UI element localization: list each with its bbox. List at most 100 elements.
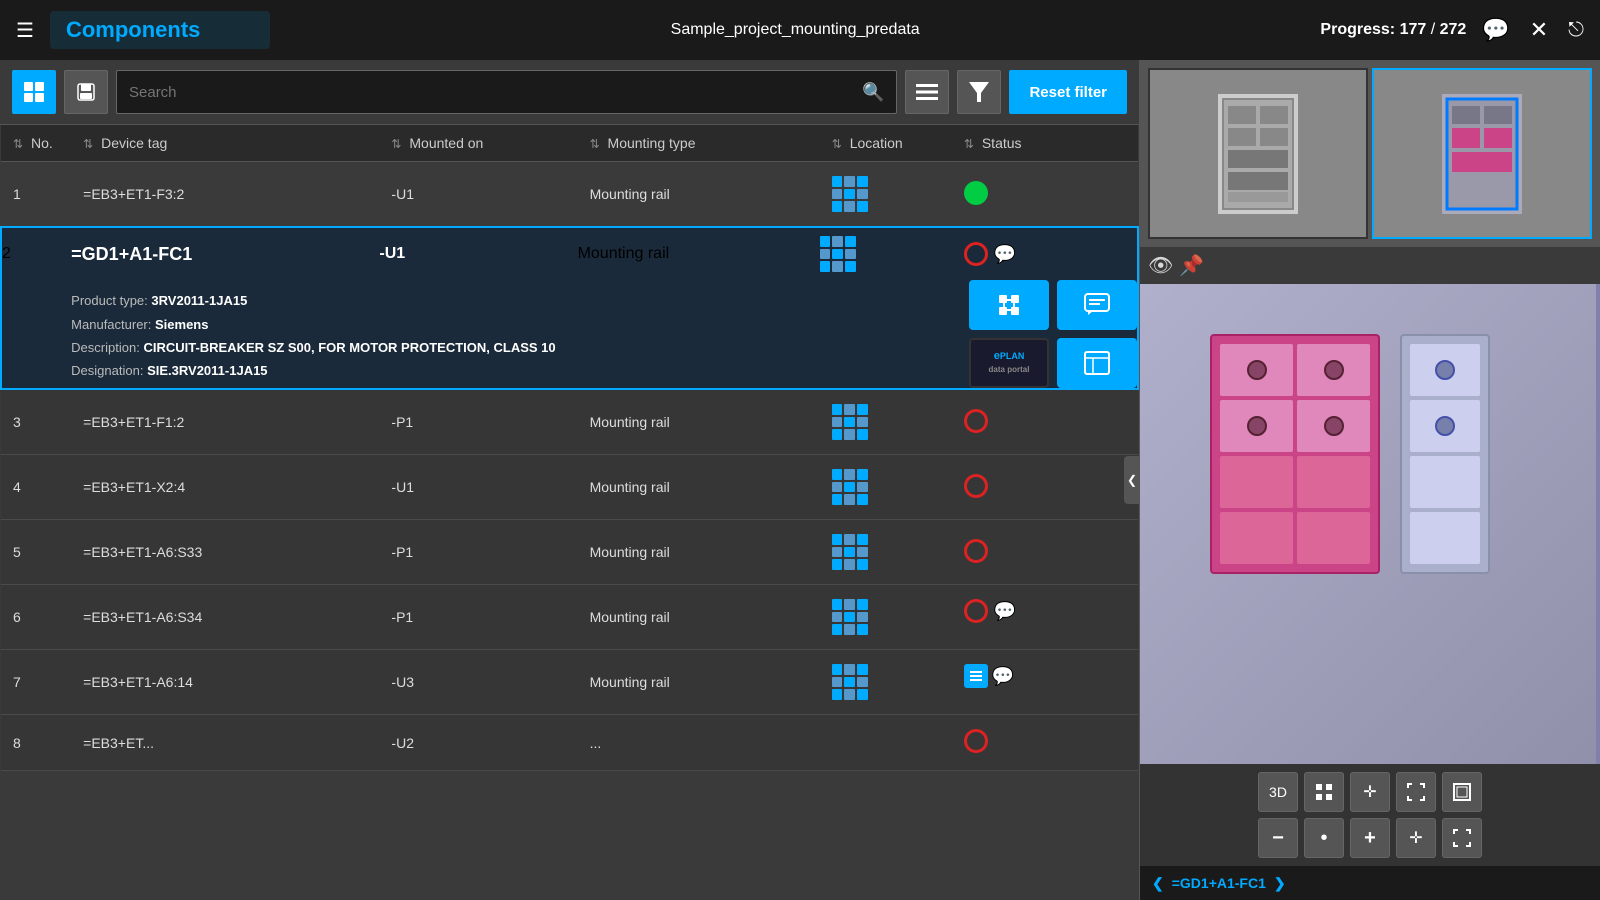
status-red-icon	[964, 539, 988, 563]
controls-row-1: 3D ✛	[1148, 772, 1592, 812]
location-grid-icon	[832, 534, 868, 570]
preview-main[interactable]	[1140, 284, 1600, 764]
grid-button[interactable]	[1304, 772, 1344, 812]
col-header-device-tag: ⇅ Device tag	[71, 125, 379, 162]
wire-line	[1596, 284, 1600, 764]
status-red-icon	[964, 599, 988, 623]
save-button[interactable]	[64, 70, 108, 114]
cell-no: 3	[1, 389, 71, 455]
sort-icon-mounted[interactable]: ⇅	[391, 137, 401, 151]
status-red-icon	[964, 409, 988, 433]
cell-location	[820, 520, 952, 585]
reset-filter-button[interactable]: Reset filter	[1009, 70, 1127, 114]
rotate-3d-button[interactable]: 3D	[1258, 772, 1298, 812]
hamburger-icon[interactable]: ☰	[16, 18, 34, 43]
cell-location	[820, 715, 952, 771]
description-line: Description: CIRCUIT-BREAKER SZ S00, FOR…	[71, 336, 820, 359]
expanded-info-block: Product type: 3RV2011-1JA15 Manufacturer…	[71, 285, 820, 383]
comment-status-icon: 💬	[992, 666, 1014, 687]
sort-icon-location[interactable]: ⇅	[832, 137, 842, 151]
fit-view-button[interactable]	[1396, 772, 1436, 812]
cell-device-tag: =EB3+ET1-F1:2	[71, 389, 379, 455]
cell-mounting-type: Mounting rail	[578, 650, 820, 715]
expand-button[interactable]	[1442, 818, 1482, 858]
cell-status	[952, 455, 1138, 520]
cell-mounting-type: ...	[578, 715, 820, 771]
layout-toggle-button[interactable]	[12, 70, 56, 114]
table-row[interactable]: 5 =EB3+ET1-A6:S33 -P1 Mounting rail	[1, 520, 1138, 585]
cell-status	[952, 715, 1138, 771]
component-link-button[interactable]	[969, 280, 1049, 330]
col-header-mounting-type: ⇅ Mounting type	[578, 125, 820, 162]
cell-no: 6	[1, 585, 71, 650]
cell-location-selected	[820, 227, 952, 280]
location-grid-icon	[832, 599, 868, 635]
table-row[interactable]: 1 =EB3+ET1-F3:2 -U1 Mounting rail	[1, 162, 1138, 228]
dot-button[interactable]: •	[1304, 818, 1344, 858]
eye-icon[interactable]: 👁	[1148, 253, 1173, 278]
product-type-line: Product type: 3RV2011-1JA15	[71, 289, 820, 312]
toolbar: 🔍 Reset filter	[0, 60, 1139, 125]
table-row[interactable]: 6 =EB3+ET1-A6:S34 -P1 Mounting rail	[1, 585, 1138, 650]
zoom-out-button[interactable]: −	[1258, 818, 1298, 858]
bottom-bar-arrow-right[interactable]: ❯	[1274, 875, 1286, 892]
pin-icon[interactable]: 📌	[1179, 253, 1204, 278]
cell-status-selected: 💬	[952, 228, 1137, 280]
eplan-portal-button[interactable]: ePLAN data portal	[969, 338, 1049, 388]
filter-button[interactable]	[957, 70, 1001, 114]
sort-icon-no[interactable]: ⇅	[13, 137, 23, 151]
sort-icon-mounting[interactable]: ⇅	[590, 137, 600, 151]
cell-location	[820, 389, 952, 455]
cell-status	[952, 162, 1138, 228]
cell-device-tag: =EB3+ET...	[71, 715, 379, 771]
cell-no: 5	[1, 520, 71, 585]
component-view-button[interactable]	[1057, 338, 1137, 388]
preview-icon-row: 👁 📌	[1140, 247, 1600, 284]
zoom-in-button[interactable]: +	[1350, 818, 1390, 858]
comment-icon[interactable]: 💬	[1482, 17, 1509, 43]
thumbnail-2[interactable]	[1372, 68, 1592, 239]
table-container[interactable]: ⇅ No. ⇅ Device tag ⇅ Mounted on ⇅	[0, 125, 1139, 900]
table-row[interactable]: 3 =EB3+ET1-F1:2 -P1 Mounting rail	[1, 389, 1138, 455]
search-input[interactable]	[129, 84, 862, 101]
expanded-details: Product type: 3RV2011-1JA15 Manufacturer…	[71, 280, 820, 389]
fullscreen-button[interactable]	[1442, 772, 1482, 812]
close-icon[interactable]: ✕	[1530, 17, 1548, 43]
cell-mounted-on: -P1	[379, 389, 577, 455]
cell-device-tag: =EB3+ET1-X2:4	[71, 455, 379, 520]
app-title: Components	[50, 11, 270, 49]
location-grid-icon-selected	[820, 236, 856, 272]
components-table: ⇅ No. ⇅ Device tag ⇅ Mounted on ⇅	[0, 125, 1139, 771]
cell-status	[952, 389, 1138, 455]
action-buttons: ePLAN data portal	[952, 280, 1137, 388]
cell-location	[820, 650, 952, 715]
header-actions: 💬 ✕ ⎋	[1482, 17, 1584, 43]
sort-icon-status[interactable]: ⇅	[964, 137, 974, 151]
cell-location	[820, 585, 952, 650]
cell-device-tag: =EB3+ET1-A6:14	[71, 650, 379, 715]
filter-menu-button[interactable]	[905, 70, 949, 114]
collapse-panel-button[interactable]: ❮	[1124, 456, 1140, 504]
export-icon[interactable]: ⎋	[1568, 19, 1584, 42]
sort-icon-device[interactable]: ⇅	[83, 137, 93, 151]
cell-mounting-type-selected: Mounting rail	[578, 227, 820, 280]
cell-no: 4	[1, 455, 71, 520]
comment-button[interactable]	[1057, 280, 1137, 330]
cell-mounted-on: -U1	[379, 455, 577, 520]
thumbnail-1[interactable]	[1148, 68, 1368, 239]
component-visual-2	[1400, 334, 1490, 574]
location-grid-icon	[832, 404, 868, 440]
cell-device-tag: =EB3+ET1-A6:S34	[71, 585, 379, 650]
table-row-selected[interactable]: 2 =GD1+A1-FC1 -U1 Mounting rail	[1, 227, 1138, 280]
cell-mounting-type: Mounting rail	[578, 389, 820, 455]
bottom-bar-arrow-left[interactable]: ❮	[1152, 875, 1164, 892]
move-button[interactable]: ✛	[1350, 772, 1390, 812]
progress-label: Progress:	[1320, 21, 1395, 38]
eplan-logo: ePLAN data portal	[989, 350, 1030, 375]
table-row[interactable]: 4 =EB3+ET1-X2:4 -U1 Mounting rail	[1, 455, 1138, 520]
fit-all-button[interactable]: ✛	[1396, 818, 1436, 858]
table-row[interactable]: 7 =EB3+ET1-A6:14 -U3 Mounting rail	[1, 650, 1138, 715]
table-row[interactable]: 8 =EB3+ET... -U2 ...	[1, 715, 1138, 771]
cell-location	[820, 162, 952, 228]
controls-row-2: − • + ✛	[1148, 818, 1592, 858]
